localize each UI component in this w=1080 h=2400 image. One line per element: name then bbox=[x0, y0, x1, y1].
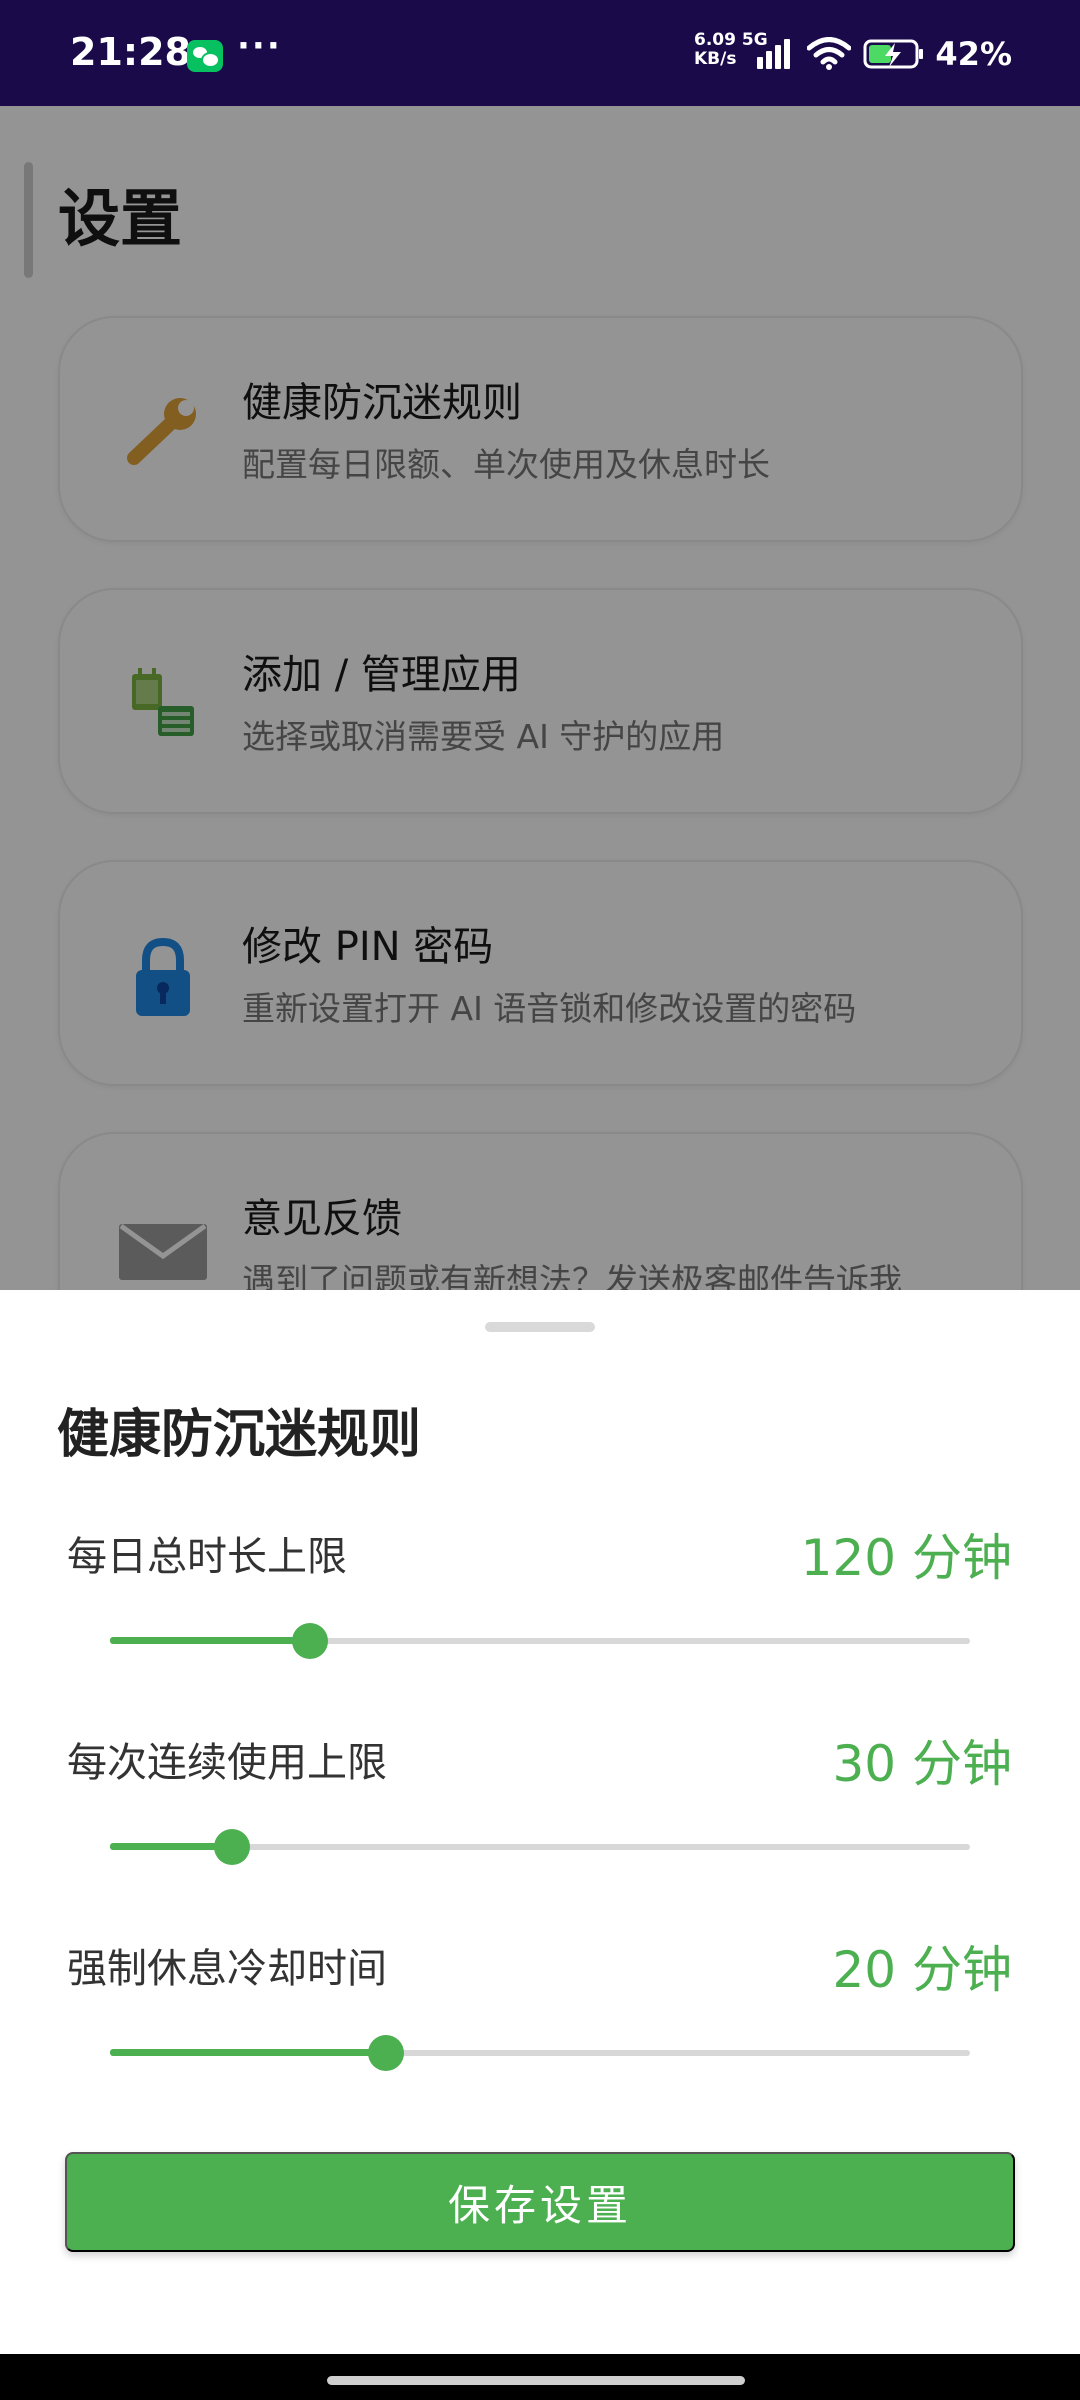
sheet-title: 健康防沉迷规则 bbox=[57, 1405, 422, 1465]
slider-thumb[interactable] bbox=[368, 2035, 405, 2071]
setting-session-limit: 每次连续使用上限 30 分钟 bbox=[0, 1730, 1080, 1910]
network-speed-value: 6.09 bbox=[694, 30, 736, 50]
slider-thumb[interactable] bbox=[214, 1829, 251, 1865]
setting-value: 120 分钟 bbox=[800, 1529, 1012, 1587]
rest-cooldown-slider[interactable] bbox=[110, 2032, 970, 2072]
setting-value: 20 分钟 bbox=[832, 1941, 1012, 1999]
setting-rest-cooldown: 强制休息冷却时间 20 分钟 bbox=[0, 1936, 1080, 2116]
session-limit-slider[interactable] bbox=[110, 1826, 970, 1866]
setting-label: 强制休息冷却时间 bbox=[67, 1946, 387, 1992]
setting-label: 每次连续使用上限 bbox=[67, 1740, 387, 1786]
daily-limit-slider[interactable] bbox=[110, 1620, 970, 1660]
more-dots-icon: ··· bbox=[237, 26, 282, 66]
wechat-notification-icon bbox=[187, 40, 223, 72]
modal-scrim[interactable] bbox=[0, 106, 1080, 1290]
health-rules-sheet: 健康防沉迷规则 每日总时长上限 120 分钟 每次连续使用上限 30 分钟 强制… bbox=[0, 1290, 1080, 2354]
setting-value: 30 分钟 bbox=[832, 1735, 1012, 1793]
slider-thumb[interactable] bbox=[292, 1623, 329, 1659]
slider-fill bbox=[110, 2049, 387, 2056]
navigation-bar bbox=[0, 2354, 1080, 2400]
home-indicator[interactable] bbox=[327, 2376, 745, 2385]
network-speed-unit: KB/s bbox=[694, 49, 737, 69]
status-bar: 21:28 ··· 6.09 5G KB/s 42% bbox=[0, 0, 1080, 106]
wifi-icon bbox=[807, 37, 852, 70]
setting-daily-limit: 每日总时长上限 120 分钟 bbox=[0, 1524, 1080, 1704]
status-time: 21:28 bbox=[70, 30, 191, 74]
signal-icon bbox=[757, 39, 793, 69]
save-settings-button[interactable]: 保存设置 bbox=[65, 2152, 1015, 2252]
battery-percent: 42% bbox=[935, 35, 1012, 73]
drag-handle[interactable] bbox=[485, 1322, 595, 1332]
battery-charging-icon bbox=[863, 39, 924, 69]
setting-label: 每日总时长上限 bbox=[67, 1534, 347, 1580]
slider-fill bbox=[110, 1637, 311, 1644]
